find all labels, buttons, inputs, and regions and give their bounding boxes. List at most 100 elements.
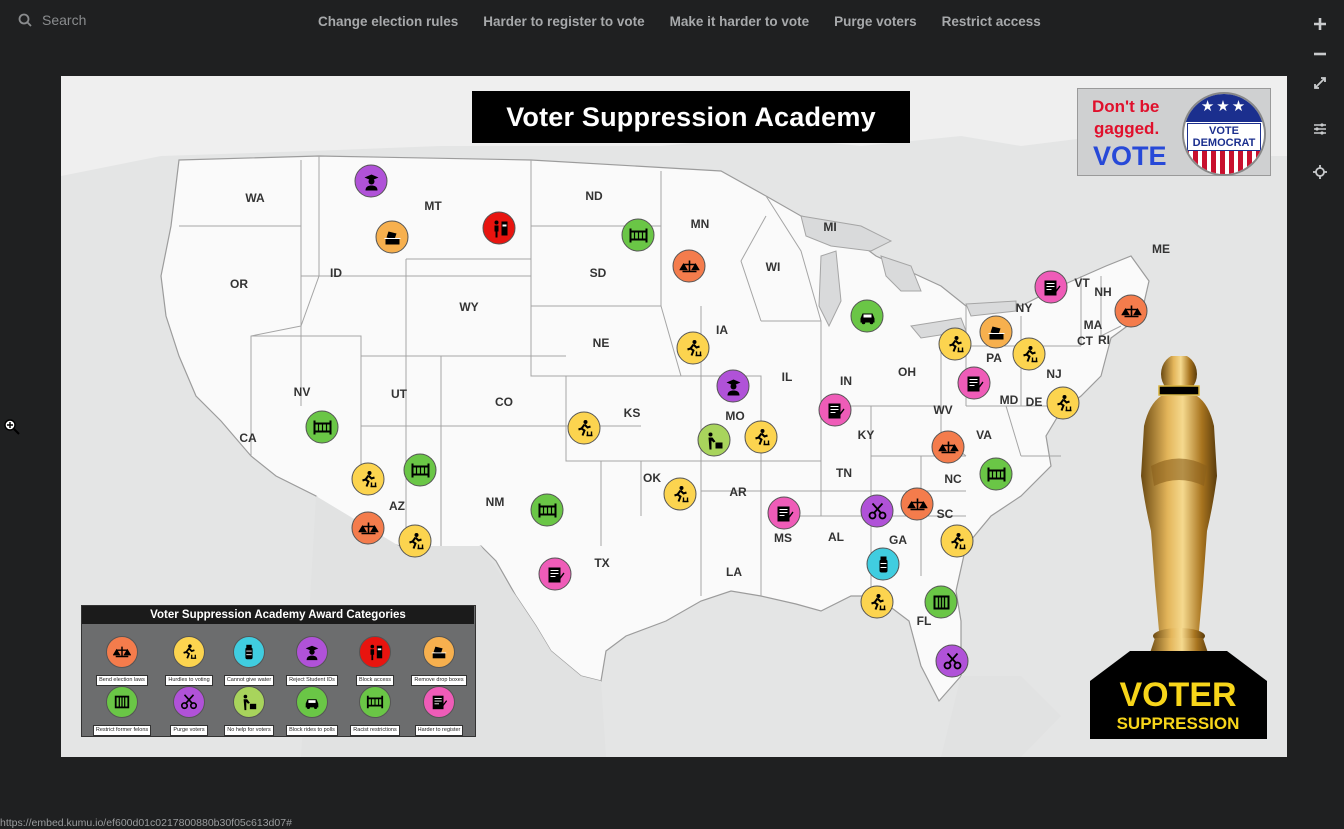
- state-label: KS: [623, 406, 641, 420]
- water-bottle-icon: [233, 636, 265, 668]
- map-marker-fence[interactable]: [979, 457, 1013, 491]
- nav-restrict-access[interactable]: Restrict access: [942, 14, 1041, 29]
- settings-button[interactable]: [1308, 119, 1332, 139]
- state-label: WV: [933, 403, 953, 417]
- legend-label: Purge voters: [170, 725, 208, 736]
- state-label: ID: [330, 266, 342, 280]
- state-label: CA: [239, 431, 257, 445]
- state-label: IN: [840, 374, 852, 388]
- map-marker-hurdle-runner[interactable]: [860, 585, 894, 619]
- map-marker-ballot-box[interactable]: [979, 315, 1013, 349]
- legend-label: Block access: [355, 675, 395, 686]
- map-marker-hurdle-runner[interactable]: [567, 411, 601, 445]
- map-marker-scissors[interactable]: [935, 644, 969, 678]
- state-label: FL: [916, 614, 932, 628]
- state-label: NM: [485, 495, 505, 509]
- map-marker-hurdle-runner[interactable]: [1046, 386, 1080, 420]
- map-marker-scales[interactable]: [351, 511, 385, 545]
- state-label: MD: [999, 393, 1019, 407]
- map-marker-student-graduate[interactable]: [354, 164, 388, 198]
- map-marker-fence[interactable]: [305, 410, 339, 444]
- map-marker-hurdle-runner[interactable]: [938, 327, 972, 361]
- map-marker-fence[interactable]: [403, 453, 437, 487]
- state-label: IL: [781, 370, 793, 384]
- map-marker-hurdle-runner[interactable]: [1012, 337, 1046, 371]
- legend-item: Block rides to polls: [281, 686, 343, 736]
- map-marker-registration-form[interactable]: [957, 366, 991, 400]
- search-input[interactable]: Search: [42, 12, 86, 28]
- scissors-icon: [173, 686, 205, 718]
- badge-line-2: gagged.: [1094, 119, 1160, 138]
- map-marker-blocked-person[interactable]: [482, 211, 516, 245]
- map-marker-student-graduate[interactable]: [716, 369, 750, 403]
- legend-label: Restrict former felons: [92, 725, 152, 736]
- helping-person-icon: [233, 686, 265, 718]
- legend-label: Harder to register: [414, 725, 464, 736]
- map-marker-scissors[interactable]: [860, 494, 894, 528]
- map-marker-fence[interactable]: [621, 218, 655, 252]
- map-marker-hurdle-runner[interactable]: [351, 462, 385, 496]
- state-label: WA: [245, 191, 265, 205]
- map-title: Voter Suppression Academy: [472, 91, 910, 143]
- zoom-out-button[interactable]: [1308, 44, 1332, 64]
- vote-democrat-seal: ★★★ VOTE DEMOCRAT: [1182, 92, 1266, 176]
- badge-line-3: VOTE: [1093, 141, 1167, 171]
- recenter-button[interactable]: [1308, 162, 1332, 182]
- legend-label: Reject Student IDs: [286, 675, 338, 686]
- fit-button[interactable]: [1308, 73, 1332, 93]
- map-marker-car[interactable]: [850, 299, 884, 333]
- seal-text: VOTE DEMOCRAT: [1187, 123, 1261, 151]
- status-url: https://embed.kumu.io/ef600d01c021780088…: [0, 817, 292, 829]
- student-graduate-icon: [296, 636, 328, 668]
- map-marker-scales[interactable]: [900, 487, 934, 521]
- state-label: VT: [1074, 276, 1090, 290]
- legend-panel: Voter Suppression Academy Award Categori…: [81, 605, 476, 737]
- state-label: ND: [585, 189, 603, 203]
- scales-icon: [106, 636, 138, 668]
- legend-item: Bend election laws: [91, 636, 153, 686]
- map-marker-hurdle-runner[interactable]: [940, 524, 974, 558]
- state-label: PA: [986, 351, 1002, 365]
- map-marker-hurdle-runner[interactable]: [676, 331, 710, 365]
- state-label: MO: [725, 409, 745, 423]
- legend-label: Racist restrictions: [350, 725, 400, 736]
- state-label: AR: [729, 485, 747, 499]
- state-label: MN: [690, 217, 710, 231]
- nav-harder-to-register[interactable]: Harder to register to vote: [483, 14, 644, 29]
- map-marker-hurdle-runner[interactable]: [744, 420, 778, 454]
- map-marker-fence[interactable]: [530, 493, 564, 527]
- map-marker-registration-form[interactable]: [538, 557, 572, 591]
- map-marker-water-bottle[interactable]: [866, 547, 900, 581]
- map-marker-registration-form[interactable]: [1034, 270, 1068, 304]
- map-marker-scales[interactable]: [672, 249, 706, 283]
- legend-item: No help for voters: [218, 686, 280, 736]
- map-marker-registration-form[interactable]: [767, 496, 801, 530]
- map-marker-scales[interactable]: [1114, 294, 1148, 328]
- zoom-in-button[interactable]: [1308, 14, 1332, 34]
- map-marker-registration-form[interactable]: [818, 393, 852, 427]
- state-label: GA: [889, 533, 907, 547]
- map-canvas[interactable]: Voter Suppression Academy Don't be gagge…: [61, 76, 1287, 757]
- legend-item: Restrict former felons: [91, 686, 153, 736]
- voter-suppression-logo: VOTER SUPPRESSION: [1090, 651, 1267, 739]
- state-label: AL: [828, 530, 844, 544]
- map-marker-hurdle-runner[interactable]: [663, 477, 697, 511]
- map-marker-ballot-box[interactable]: [375, 220, 409, 254]
- state-label: IA: [716, 323, 728, 337]
- legend-label: Remove drop boxes: [411, 675, 467, 686]
- zoom-cursor-icon: [3, 418, 21, 441]
- map-marker-hurdle-runner[interactable]: [398, 524, 432, 558]
- search-box[interactable]: Search: [18, 12, 86, 28]
- map-marker-prison-bars[interactable]: [924, 585, 958, 619]
- nav-make-it-harder-to-vote[interactable]: Make it harder to vote: [670, 14, 810, 29]
- nav-purge-voters[interactable]: Purge voters: [834, 14, 917, 29]
- top-bar: Search Change election rules Harder to r…: [0, 0, 1344, 179]
- nav-change-election-rules[interactable]: Change election rules: [318, 14, 458, 29]
- zoom-out-icon: [1314, 52, 1326, 56]
- state-label: MT: [424, 199, 442, 213]
- state-label: KY: [857, 428, 875, 442]
- map-marker-helping-person[interactable]: [697, 423, 731, 457]
- seal-stripes: [1184, 151, 1264, 174]
- filter-nav: Change election rules Harder to register…: [318, 14, 1041, 29]
- map-marker-scales[interactable]: [931, 430, 965, 464]
